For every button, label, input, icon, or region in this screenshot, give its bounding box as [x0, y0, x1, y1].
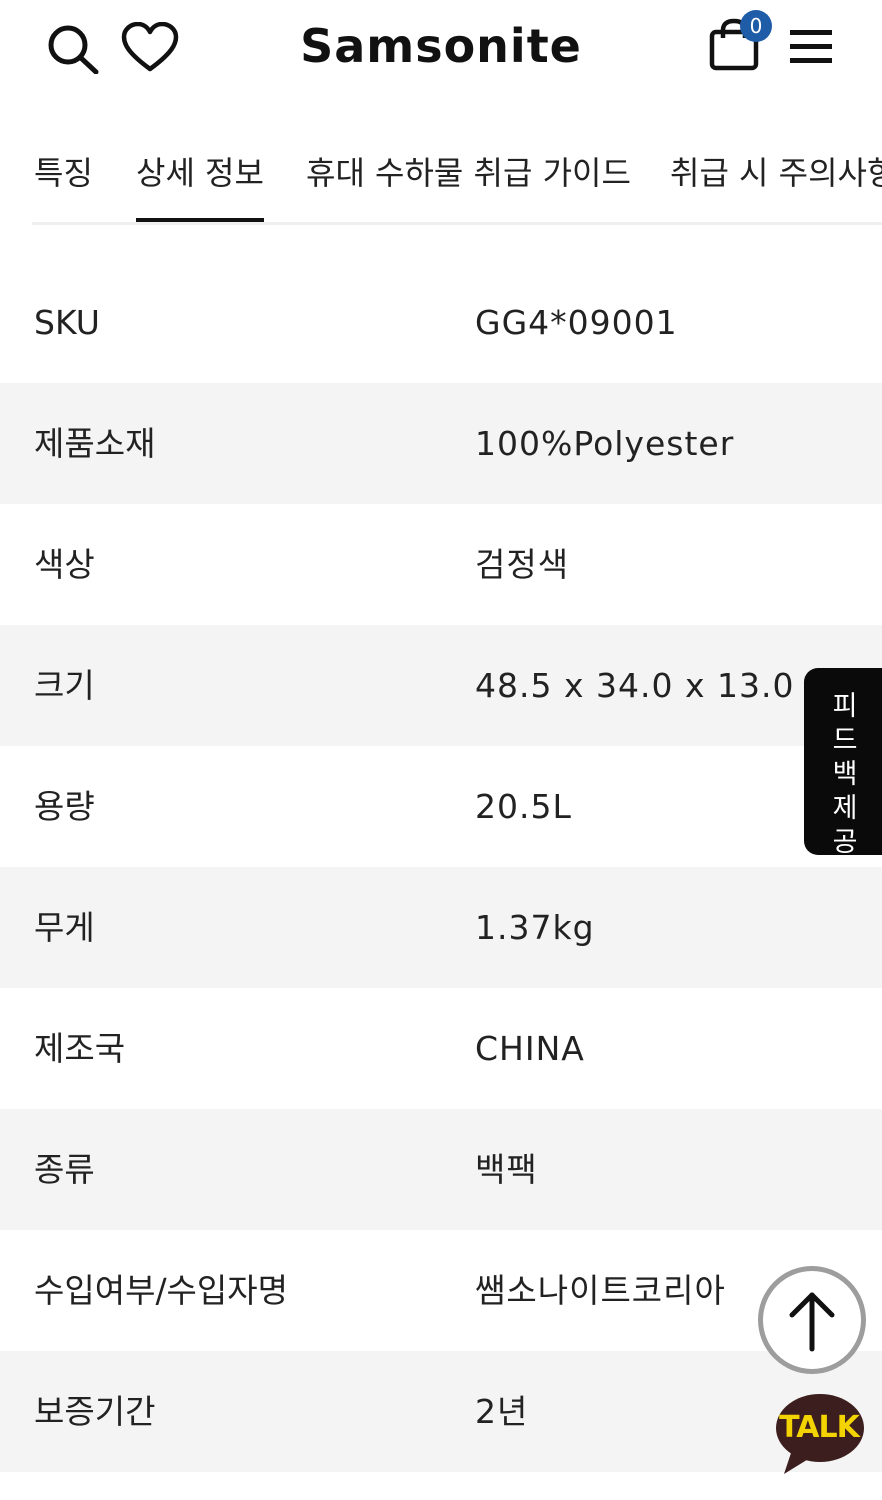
tab-details[interactable]: 상세 정보 — [136, 148, 264, 223]
site-header: Samsonite 0 — [0, 0, 882, 95]
spec-row-color: 색상 검정색 — [0, 504, 882, 625]
product-tabs: 특징 상세 정보 휴대 수하물 취급 가이드 취급 시 주의사항 — [0, 130, 882, 225]
spec-label: 색상 — [34, 545, 95, 584]
spec-value: 2년 — [475, 1392, 529, 1431]
spec-row-material: 제품소재 100%Polyester — [0, 383, 882, 504]
brand-logo[interactable]: Samsonite — [296, 16, 586, 76]
spec-row-size: 크기 48.5 x 34.0 x 13.0 cm — [0, 625, 882, 746]
feedback-tab[interactable]: 피드백 제공 — [804, 668, 882, 858]
search-icon — [48, 25, 99, 75]
spec-table: SKU GG4*09001 제품소재 100%Polyester 색상 검정색 … — [0, 262, 882, 1472]
heart-icon — [121, 21, 179, 72]
menu-button[interactable] — [790, 28, 834, 66]
spec-value: 100%Polyester — [475, 424, 735, 463]
spec-row-importer: 수입여부/수입자명 쌤소나이트코리아 — [0, 1230, 882, 1351]
hamburger-menu-icon — [790, 30, 832, 63]
tab-features[interactable]: 특징 — [34, 148, 93, 194]
spec-value: 48.5 x 34.0 x 13.0 cm — [475, 666, 859, 705]
spec-label: 제품소재 — [34, 424, 156, 463]
arrow-up-icon — [789, 1292, 835, 1352]
spec-value: CHINA — [475, 1029, 585, 1068]
search-button[interactable] — [44, 22, 102, 75]
wishlist-button[interactable] — [120, 21, 180, 74]
scroll-to-top-button[interactable] — [758, 1266, 866, 1374]
kakao-talk-button[interactable]: TALK — [774, 1392, 866, 1474]
spec-label: 무게 — [34, 908, 95, 947]
spec-label: 크기 — [34, 666, 95, 705]
spec-label: SKU — [34, 303, 100, 342]
spec-row-origin: 제조국 CHINA — [0, 988, 882, 1109]
spec-value: 1.37kg — [475, 908, 595, 947]
talk-label: TALK — [779, 1410, 860, 1445]
spec-value: 백팩 — [475, 1150, 538, 1189]
spec-value: 쌤소나이트코리아 — [475, 1271, 726, 1310]
spec-value: 20.5L — [475, 787, 572, 826]
tabs-divider — [32, 222, 882, 225]
spec-value: GG4*09001 — [475, 303, 678, 342]
spec-row-weight: 무게 1.37kg — [0, 867, 882, 988]
spec-label: 수입여부/수입자명 — [34, 1271, 288, 1310]
cart-count-badge: 0 — [740, 10, 772, 42]
spec-label: 제조국 — [34, 1029, 126, 1068]
spec-label: 보증기간 — [34, 1392, 156, 1431]
spec-row-warranty: 보증기간 2년 — [0, 1351, 882, 1472]
tab-handling-cautions[interactable]: 취급 시 주의사항 — [670, 148, 882, 194]
tab-carry-on-guide[interactable]: 휴대 수하물 취급 가이드 — [306, 148, 631, 194]
spec-label: 종류 — [34, 1150, 95, 1189]
feedback-label: 피드백 제공 — [832, 691, 858, 858]
spec-row-capacity: 용량 20.5L — [0, 746, 882, 867]
spec-label: 용량 — [34, 787, 95, 826]
spec-row-type: 종류 백팩 — [0, 1109, 882, 1230]
spec-row-sku: SKU GG4*09001 — [0, 262, 882, 383]
spec-value: 검정색 — [475, 545, 570, 584]
